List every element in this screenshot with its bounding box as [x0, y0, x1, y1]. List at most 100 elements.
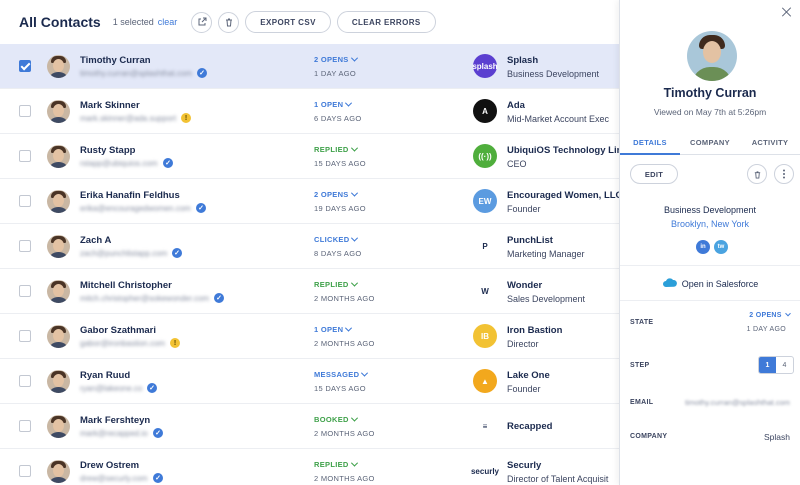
company-name[interactable]: Encouraged Women, LLC	[507, 190, 622, 201]
status-time: 2 MONTHS AGO	[314, 339, 375, 348]
status-text: 2 OPENS	[314, 55, 349, 64]
detail-tabs: DETAILS COMPANY ACTIVITY	[620, 133, 800, 155]
company-logo: ≡	[473, 414, 497, 438]
contact-name[interactable]: Mitchell Christopher	[80, 280, 172, 291]
contact-name[interactable]: Ryan Ruud	[80, 370, 130, 381]
status-time: 19 DAYS AGO	[314, 204, 366, 213]
job-title: Marketing Manager	[507, 249, 585, 259]
location: Brooklyn, New York	[670, 219, 750, 229]
contact-name[interactable]: Erika Hanafin Feldhus	[80, 190, 180, 201]
status-text: 1 OPEN	[314, 325, 344, 334]
company-name[interactable]: Ada	[507, 100, 525, 111]
status-dropdown[interactable]: REPLIED	[314, 279, 358, 289]
chevron-down-icon	[785, 310, 791, 317]
company-label: COMPANY	[630, 433, 668, 440]
avatar	[47, 280, 70, 303]
company-name[interactable]: UbiquiOS Technology Lin	[507, 145, 622, 156]
open-in-salesforce-link[interactable]: Open in Salesforce	[620, 278, 800, 289]
chevron-down-icon	[345, 99, 353, 107]
contact-name[interactable]: Mark Fershteyn	[80, 415, 150, 426]
status-dropdown[interactable]: 2 OPENS	[314, 189, 358, 199]
status-time: 6 DAYS AGO	[314, 114, 362, 123]
company-logo: securly	[471, 459, 499, 483]
contact-name[interactable]: Gabor Szathmari	[80, 325, 156, 336]
company-name[interactable]: Iron Bastion	[507, 325, 562, 336]
row-checkbox[interactable]	[19, 375, 31, 387]
table-row[interactable]: Zach A zach@punchlistapp.com CLICKED 8 DAYS…	[0, 224, 620, 269]
contact-email: timothy.curran@splashthat.com	[80, 69, 193, 78]
row-checkbox[interactable]	[19, 60, 31, 72]
step-indicator[interactable]: 1 4	[758, 356, 794, 374]
warning-icon: !	[170, 338, 180, 348]
company-logo: EW	[473, 189, 497, 213]
tab-details[interactable]: DETAILS	[620, 133, 680, 155]
close-icon[interactable]	[782, 7, 792, 17]
status-dropdown[interactable]: BOOKED	[314, 414, 358, 424]
chevron-down-icon	[350, 189, 358, 197]
row-checkbox[interactable]	[19, 465, 31, 477]
linkedin-icon[interactable]: in	[696, 240, 710, 254]
row-checkbox[interactable]	[19, 330, 31, 342]
table-row[interactable]: Gabor Szathmari gabor@ironbastion.com 1 OP…	[0, 314, 620, 359]
warning-icon: !	[181, 113, 191, 123]
contact-name[interactable]: Timothy Curran	[80, 55, 151, 66]
row-checkbox[interactable]	[19, 195, 31, 207]
verified-icon: ✓	[214, 293, 224, 303]
avatar	[47, 235, 70, 258]
status-dropdown[interactable]: CLICKED	[314, 234, 359, 244]
state-status-text: 2 OPENS	[749, 312, 782, 319]
row-checkbox[interactable]	[19, 240, 31, 252]
job-title: Director	[507, 339, 539, 349]
clear-selection-link[interactable]: clear	[158, 17, 178, 27]
company-value: Splash	[764, 432, 790, 442]
verified-icon: ✓	[153, 428, 163, 438]
avatar	[47, 100, 70, 123]
export-csv-button[interactable]: EXPORT CSV	[245, 11, 331, 33]
company-name[interactable]: PunchList	[507, 235, 553, 246]
status-time: 1 DAY AGO	[314, 69, 357, 78]
contact-name[interactable]: Drew Ostrem	[80, 460, 139, 471]
table-row[interactable]: Mark Fershteyn mark@recapped.io BOOKED 2 MO…	[0, 404, 620, 449]
status-dropdown[interactable]: 2 OPENS	[314, 54, 358, 64]
delete-contact-button[interactable]	[747, 164, 767, 184]
company-name[interactable]: Securly	[507, 460, 541, 471]
delete-button[interactable]	[218, 11, 240, 33]
status-dropdown[interactable]: MESSAGED	[314, 369, 369, 379]
edit-button[interactable]: EDIT	[630, 164, 678, 184]
row-checkbox[interactable]	[19, 105, 31, 117]
company-name[interactable]: Wonder	[507, 280, 542, 291]
company-name[interactable]: Splash	[507, 55, 538, 66]
row-checkbox[interactable]	[19, 285, 31, 297]
row-checkbox[interactable]	[19, 420, 31, 432]
status-dropdown[interactable]: REPLIED	[314, 459, 358, 469]
status-dropdown[interactable]: REPLIED	[314, 144, 358, 154]
open-external-button[interactable]	[191, 11, 213, 33]
status-time: 15 DAYS AGO	[314, 384, 366, 393]
contact-name[interactable]: Mark Skinner	[80, 100, 140, 111]
table-row[interactable]: Drew Ostrem drew@securly.com REPLIED 2 MONT…	[0, 449, 620, 485]
clear-errors-button[interactable]: CLEAR ERRORS	[336, 11, 436, 33]
job-title: Founder	[507, 384, 541, 394]
avatar	[47, 325, 70, 348]
state-status[interactable]: 2 OPENS	[749, 310, 791, 319]
tab-activity[interactable]: ACTIVITY	[740, 133, 800, 154]
state-when: 1 DAY AGO	[746, 326, 786, 333]
table-row[interactable]: Timothy Curran timothy.curran@splashthat.…	[0, 44, 620, 89]
table-row[interactable]: Rusty Stapp rstapp@ubiquios.com REPLIED 15 …	[0, 134, 622, 179]
table-row[interactable]: Mitchell Christopher mitch.christopher@so…	[0, 269, 620, 314]
company-name[interactable]: Lake One	[507, 370, 550, 381]
company-name[interactable]: Recapped	[507, 421, 552, 432]
chevron-down-icon	[361, 369, 369, 377]
contact-name[interactable]: Zach A	[80, 235, 111, 246]
more-options-button[interactable]	[774, 164, 794, 184]
contact-name[interactable]: Rusty Stapp	[80, 145, 135, 156]
status-dropdown[interactable]: 1 OPEN	[314, 324, 353, 334]
row-checkbox[interactable]	[19, 150, 31, 162]
status-dropdown[interactable]: 1 OPEN	[314, 99, 353, 109]
table-row[interactable]: Erika Hanafin Feldhus erika@encouragedwom…	[0, 179, 622, 224]
divider	[620, 300, 800, 301]
table-row[interactable]: Ryan Ruud ryan@lakeone.co MESSAGED 15 DAYS …	[0, 359, 620, 404]
table-row[interactable]: Mark Skinner mark.skinner@ada.support 1 OP…	[0, 89, 620, 134]
tab-company[interactable]: COMPANY	[680, 133, 740, 154]
twitter-icon[interactable]: tw	[714, 240, 728, 254]
